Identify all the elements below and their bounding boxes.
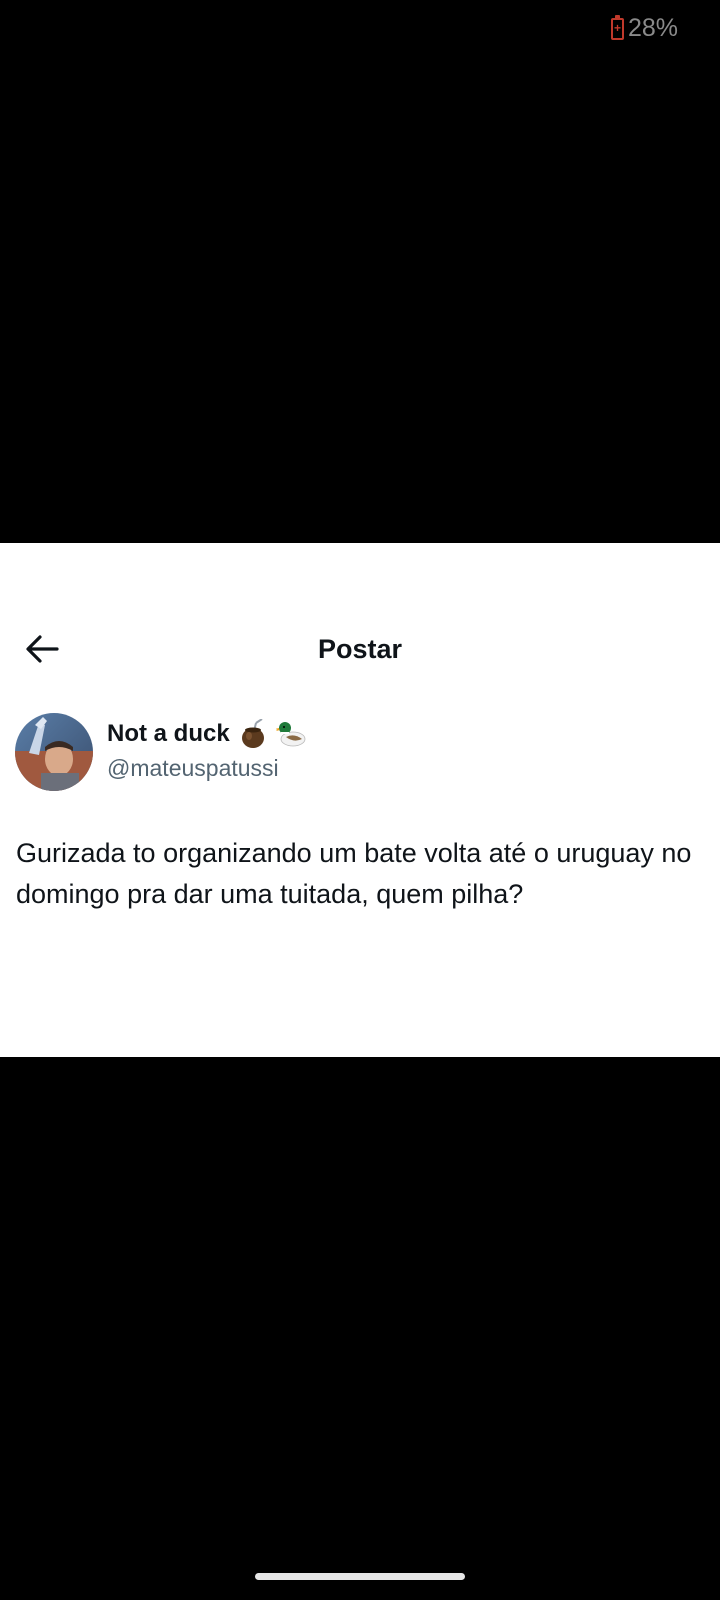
post-text: Gurizada to organizando um bate volta at… — [16, 838, 692, 909]
post-card: Postar Not a duck @mateuspatussi Gurizad… — [0, 543, 720, 1057]
home-indicator-bar[interactable] — [255, 1573, 465, 1580]
author-name-row: Not a duck — [107, 719, 306, 749]
author-handle[interactable]: @mateuspatussi — [107, 753, 279, 783]
display-name[interactable]: Not a duck — [107, 719, 230, 749]
status-bar-battery: 28% — [610, 14, 678, 43]
battery-percent: 28% — [627, 14, 678, 42]
duck-icon — [275, 722, 306, 747]
battery-icon — [610, 14, 624, 40]
mate-gourd-icon — [241, 719, 264, 748]
page-title: Postar — [317, 634, 403, 664]
avatar[interactable] — [15, 713, 93, 791]
